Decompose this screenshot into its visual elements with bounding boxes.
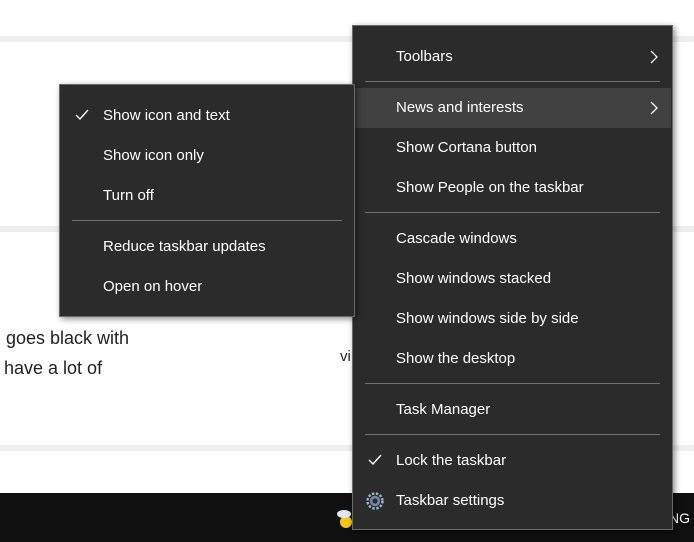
menu-item-label: Reduce taskbar updates — [103, 238, 266, 255]
taskbar-context-menu: Toolbars News and interests Show Cortana… — [352, 25, 673, 530]
submenu-item-reduce-taskbar-updates[interactable]: Reduce taskbar updates — [61, 227, 353, 267]
chevron-right-icon — [650, 101, 658, 115]
menu-item-label: Show windows stacked — [396, 270, 552, 287]
submenu-item-open-on-hover[interactable]: Open on hover — [61, 267, 353, 307]
menu-separator — [72, 220, 342, 221]
background-text-line: have a lot of — [4, 358, 103, 378]
menu-item-label: Task Manager — [396, 401, 491, 418]
menu-item-toolbars[interactable]: Toolbars — [354, 37, 671, 77]
menu-item-label: News and interests — [396, 99, 524, 116]
submenu-item-show-icon-and-text[interactable]: Show icon and text — [61, 96, 353, 136]
menu-item-label: Show Cortana button — [396, 139, 537, 156]
menu-item-news-and-interests[interactable]: News and interests — [354, 88, 671, 128]
gear-icon — [366, 492, 384, 510]
menu-separator — [365, 81, 660, 82]
menu-item-task-manager[interactable]: Task Manager — [354, 390, 671, 430]
menu-separator — [365, 212, 660, 213]
menu-item-label: Show icon only — [103, 147, 204, 164]
menu-item-show-cortana-button[interactable]: Show Cortana button — [354, 128, 671, 168]
menu-separator — [365, 383, 660, 384]
menu-item-label: Open on hover — [103, 278, 203, 295]
checkmark-icon — [368, 454, 382, 466]
menu-item-show-people[interactable]: Show People on the taskbar — [354, 168, 671, 208]
menu-item-label: Show People on the taskbar — [396, 179, 584, 196]
chevron-right-icon — [650, 50, 658, 64]
news-and-interests-submenu: Show icon and text Show icon only Turn o… — [59, 84, 355, 317]
menu-item-label: Lock the taskbar — [396, 452, 507, 469]
menu-item-taskbar-settings[interactable]: Taskbar settings — [354, 481, 671, 521]
menu-item-lock-the-taskbar[interactable]: Lock the taskbar — [354, 441, 671, 481]
menu-item-label: Show icon and text — [103, 107, 230, 124]
menu-item-label: Show windows side by side — [396, 310, 579, 327]
menu-item-label: Cascade windows — [396, 230, 517, 247]
menu-item-show-the-desktop[interactable]: Show the desktop — [354, 339, 671, 379]
checkmark-icon — [75, 109, 89, 121]
menu-item-cascade-windows[interactable]: Cascade windows — [354, 219, 671, 259]
background-text-line: goes black with — [6, 328, 130, 348]
menu-item-label: Turn off — [103, 187, 154, 204]
menu-separator — [365, 434, 660, 435]
menu-item-label: Taskbar settings — [396, 492, 505, 509]
submenu-item-show-icon-only[interactable]: Show icon only — [61, 136, 353, 176]
menu-item-label: Toolbars — [396, 48, 453, 65]
menu-item-label: Show the desktop — [396, 350, 516, 367]
submenu-item-turn-off[interactable]: Turn off — [61, 176, 353, 216]
background-text-fragment: vi — [340, 348, 351, 365]
menu-item-show-windows-side-by-side[interactable]: Show windows side by side — [354, 299, 671, 339]
menu-item-show-windows-stacked[interactable]: Show windows stacked — [354, 259, 671, 299]
